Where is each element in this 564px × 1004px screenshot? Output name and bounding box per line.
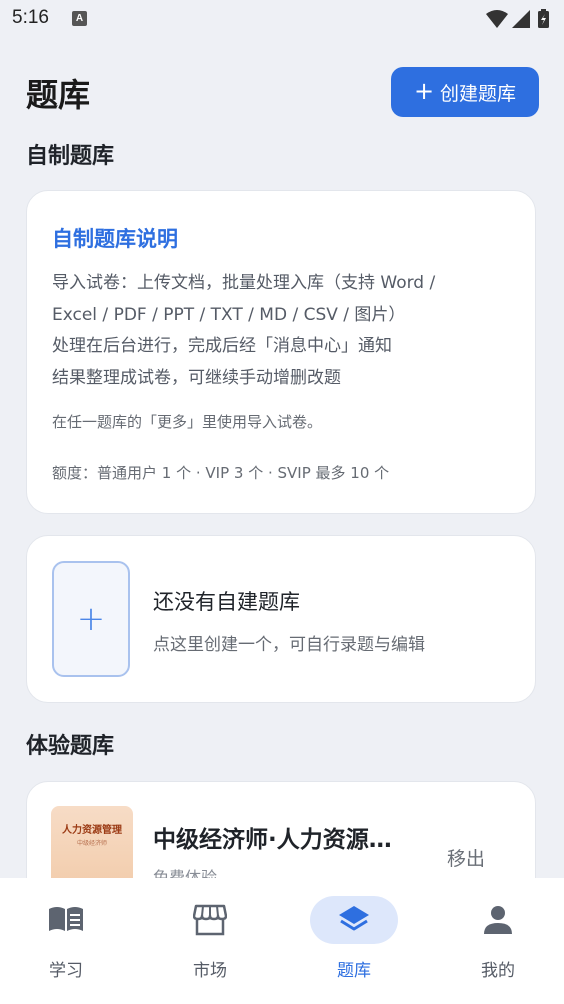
- nav-label-bank: 题库: [337, 961, 371, 981]
- wifi-icon: [486, 10, 508, 28]
- section-title-trial: 体验题库: [26, 734, 115, 759]
- info-line: 结果整理成试卷，可继续手动增删改题: [52, 367, 341, 388]
- nav-label-study: 学习: [49, 961, 83, 981]
- status-bar: 5:16 A: [0, 0, 564, 38]
- create-bank-label: 创建题库: [440, 82, 517, 105]
- nav-item-market[interactable]: 市场: [150, 878, 270, 988]
- remove-button[interactable]: 移出: [447, 844, 485, 871]
- create-empty-card[interactable]: + 还没有自建题库 点这里创建一个，可自行录题与编辑: [26, 535, 536, 703]
- info-line: 导入试卷：上传文档，批量处理入库（支持 Word /: [52, 273, 436, 293]
- nav-item-mine[interactable]: 我的: [438, 878, 558, 988]
- info-line: 处理在后台进行，完成后经「消息中心」通知: [52, 336, 392, 356]
- nav-item-bank[interactable]: 题库: [294, 878, 414, 988]
- info-line: Excel / PDF / PPT / TXT / MD / CSV / 图片）: [52, 304, 406, 325]
- book-cover-subtitle: 中级经济师: [76, 840, 107, 847]
- notification-icon: A: [72, 11, 87, 26]
- nav-item-study[interactable]: 学习: [6, 878, 126, 988]
- info-card-tip: 在任一题库的「更多」里使用导入试卷。: [52, 413, 323, 431]
- status-icons: [484, 8, 556, 34]
- info-card-quota: 额度：普通用户 1 个 · VIP 3 个 · SVIP 最多 10 个: [52, 464, 390, 482]
- info-card-title: 自制题库说明: [52, 227, 178, 251]
- plus-icon: +: [76, 599, 106, 639]
- book-icon: [46, 904, 86, 936]
- book-cover-title: 人力资源管理: [62, 825, 122, 836]
- empty-card-subtitle: 点这里创建一个，可自行录题与编辑: [153, 635, 425, 655]
- info-card: 自制题库说明 导入试卷：上传文档，批量处理入库（支持 Word / Excel …: [26, 190, 536, 514]
- empty-card-title: 还没有自建题库: [153, 590, 300, 614]
- section-title-custom: 自制题库: [26, 144, 115, 169]
- person-icon: [478, 904, 518, 936]
- bottom-nav: 学习 市场 题库 我的: [0, 878, 564, 1004]
- battery-icon: [538, 9, 549, 28]
- store-icon: [190, 904, 230, 936]
- page-title: 题库: [26, 76, 91, 114]
- layers-icon: [334, 904, 374, 936]
- create-bank-button[interactable]: + 创建题库: [391, 67, 539, 117]
- signal-icon: [512, 10, 530, 28]
- plus-icon: +: [413, 77, 435, 105]
- add-bank-icon: +: [52, 561, 130, 677]
- info-card-lines: 导入试卷：上传文档，批量处理入库（支持 Word / Excel / PDF /…: [52, 268, 522, 394]
- status-time: 5:16: [12, 7, 49, 28]
- nav-label-market: 市场: [193, 961, 227, 981]
- trial-bank-title: 中级经济师·人力资源管理: [153, 827, 403, 853]
- nav-label-mine: 我的: [481, 961, 515, 981]
